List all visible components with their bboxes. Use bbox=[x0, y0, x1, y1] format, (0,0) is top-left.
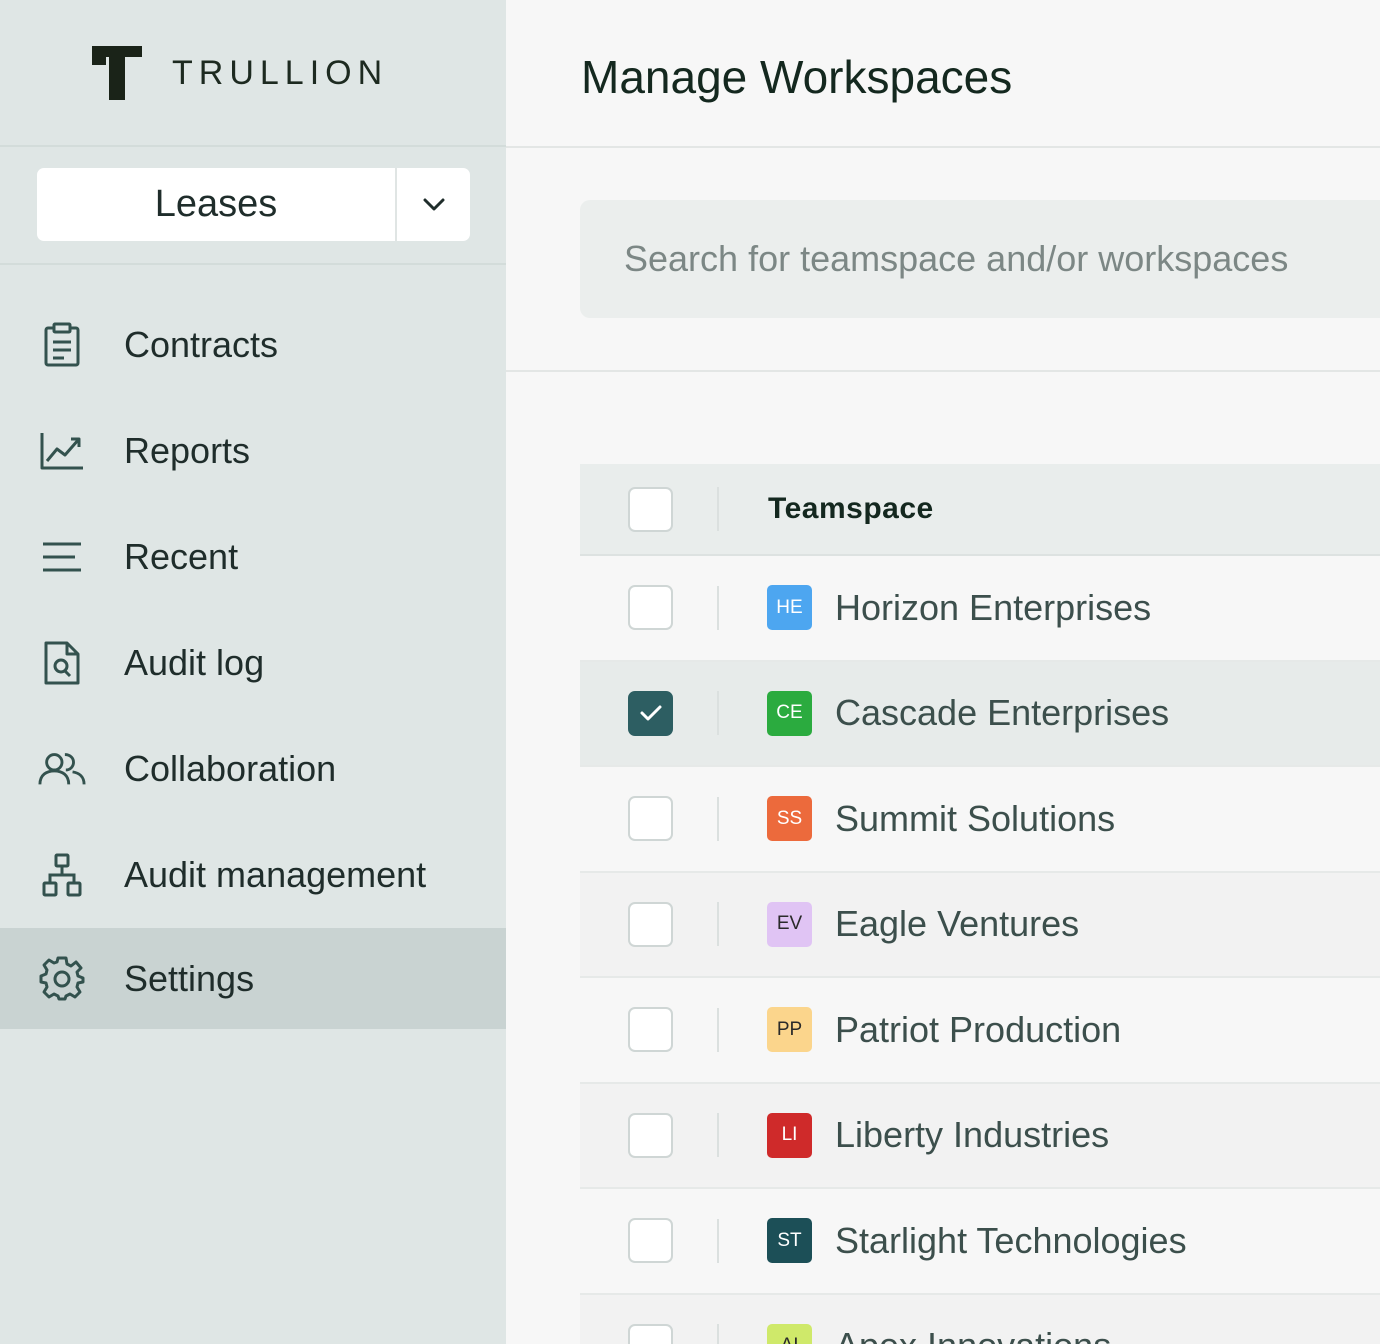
gear-icon bbox=[38, 955, 86, 1003]
sidebar-item-contracts[interactable]: Contracts bbox=[0, 292, 506, 398]
table-row[interactable]: CE Cascade Enterprises bbox=[580, 661, 1380, 767]
search-area bbox=[506, 148, 1380, 372]
teamspace-name: Summit Solutions bbox=[835, 797, 1116, 839]
checkmark-icon bbox=[640, 705, 661, 721]
column-divider bbox=[717, 487, 719, 531]
sidebar-item-settings[interactable]: Settings bbox=[0, 928, 506, 1029]
workspace-dropdown-button[interactable] bbox=[397, 168, 470, 241]
teamspace-avatar: CE bbox=[767, 690, 812, 736]
select-all-checkbox[interactable] bbox=[628, 486, 673, 532]
teamspace-name: Cascade Enterprises bbox=[835, 692, 1170, 734]
table-header-row: Teamspace bbox=[580, 464, 1380, 556]
row-checkbox[interactable] bbox=[628, 1323, 673, 1344]
column-divider bbox=[717, 1218, 719, 1263]
workspace-selector-area: Leases bbox=[0, 147, 506, 265]
column-divider bbox=[717, 902, 719, 947]
search-input[interactable] bbox=[580, 200, 1380, 318]
sidebar-nav: Contracts Reports Recent Audit log Colla… bbox=[0, 292, 506, 1029]
table-row[interactable]: LI Liberty Industries bbox=[580, 1083, 1380, 1189]
brand-header: TRULLION bbox=[0, 0, 506, 147]
table-row[interactable]: AI Apex Innovations bbox=[580, 1294, 1380, 1344]
clipboard-icon bbox=[38, 321, 86, 369]
teamspace-avatar: PP bbox=[767, 1007, 812, 1053]
teamspace-avatar: SS bbox=[767, 796, 812, 842]
row-checkbox[interactable] bbox=[628, 1218, 673, 1264]
row-checkbox[interactable] bbox=[628, 1112, 673, 1158]
teamspace-name: Apex Innovations bbox=[835, 1325, 1111, 1344]
workspace-selector[interactable]: Leases bbox=[37, 168, 470, 241]
trullion-logo-icon bbox=[92, 46, 142, 100]
teamspace-table: Teamspace HE Horizon Enterprises CE Casc… bbox=[580, 464, 1380, 1344]
chevron-down-icon bbox=[423, 198, 444, 210]
sidebar-item-label: Contracts bbox=[124, 324, 279, 365]
sidebar: TRULLION Leases Contracts Reports Recent… bbox=[0, 0, 506, 1344]
document-search-icon bbox=[38, 639, 86, 687]
column-divider bbox=[717, 691, 719, 736]
column-divider bbox=[717, 796, 719, 841]
teamspace-name: Eagle Ventures bbox=[835, 903, 1080, 945]
teamspace-name: Horizon Enterprises bbox=[835, 586, 1152, 628]
table-row[interactable]: EV Eagle Ventures bbox=[580, 872, 1380, 978]
row-checkbox[interactable] bbox=[628, 690, 673, 736]
chart-line-icon bbox=[38, 427, 86, 475]
column-divider bbox=[717, 585, 719, 630]
sidebar-item-label: Settings bbox=[124, 957, 255, 999]
brand-name: TRULLION bbox=[172, 54, 389, 92]
hierarchy-icon bbox=[38, 851, 86, 899]
row-checkbox[interactable] bbox=[628, 796, 673, 842]
sidebar-item-audit-log[interactable]: Audit log bbox=[0, 610, 506, 716]
page-title: Manage Workspaces bbox=[581, 51, 1013, 103]
sidebar-item-label: Recent bbox=[124, 536, 239, 577]
sidebar-item-label: Audit log bbox=[124, 642, 265, 683]
teamspace-name: Liberty Industries bbox=[835, 1114, 1110, 1156]
column-divider bbox=[717, 1007, 719, 1052]
main-content: Manage Workspaces Teamspace HE Horizon E… bbox=[506, 0, 1380, 1344]
teamspace-avatar: HE bbox=[767, 585, 812, 631]
table-row[interactable]: SS Summit Solutions bbox=[580, 767, 1380, 873]
table-row[interactable]: ST Starlight Technologies bbox=[580, 1189, 1380, 1295]
sidebar-item-label: Audit management bbox=[124, 854, 427, 895]
row-checkbox[interactable] bbox=[628, 901, 673, 947]
teamspace-name: Starlight Technologies bbox=[835, 1219, 1187, 1261]
page-header: Manage Workspaces bbox=[506, 0, 1380, 148]
column-header-teamspace: Teamspace bbox=[768, 492, 934, 525]
workspace-selector-value: Leases bbox=[37, 168, 397, 241]
lines-icon bbox=[38, 533, 86, 581]
column-divider bbox=[717, 1113, 719, 1158]
row-checkbox[interactable] bbox=[628, 585, 673, 631]
sidebar-item-audit-management[interactable]: Audit management bbox=[0, 822, 506, 928]
sidebar-item-label: Reports bbox=[124, 430, 251, 471]
teamspace-name: Patriot Production bbox=[835, 1008, 1122, 1050]
sidebar-item-reports[interactable]: Reports bbox=[0, 398, 506, 504]
teamspace-avatar: EV bbox=[767, 901, 812, 947]
table-row[interactable]: PP Patriot Production bbox=[580, 978, 1380, 1084]
users-icon bbox=[38, 745, 86, 793]
sidebar-item-collaboration[interactable]: Collaboration bbox=[0, 716, 506, 822]
table-row[interactable]: HE Horizon Enterprises bbox=[580, 556, 1380, 662]
row-checkbox[interactable] bbox=[628, 1007, 673, 1053]
teamspace-avatar: ST bbox=[767, 1218, 812, 1264]
teamspace-avatar: AI bbox=[767, 1323, 812, 1344]
sidebar-item-recent[interactable]: Recent bbox=[0, 504, 506, 610]
column-divider bbox=[717, 1324, 719, 1344]
teamspace-avatar: LI bbox=[767, 1112, 812, 1158]
sidebar-item-label: Collaboration bbox=[124, 748, 337, 789]
